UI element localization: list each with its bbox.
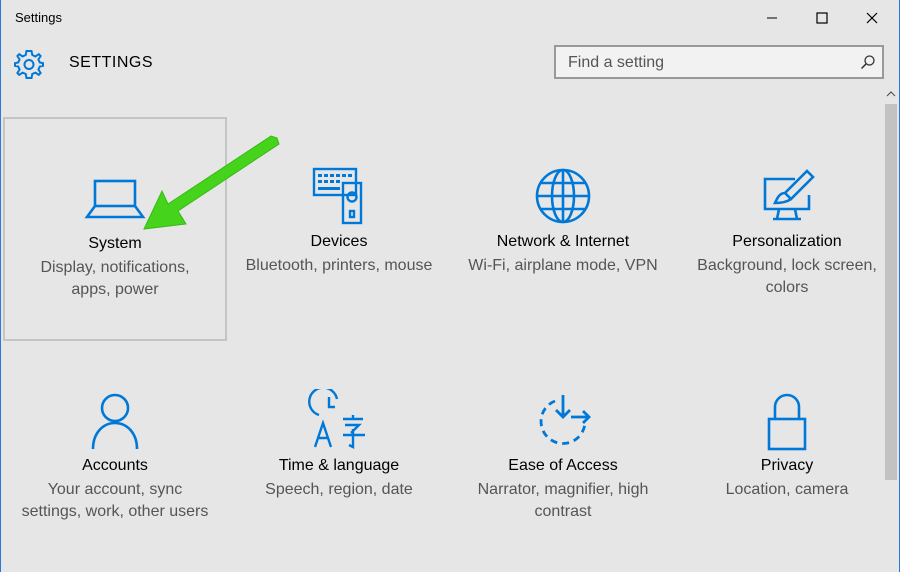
page-title: SETTINGS — [69, 54, 154, 71]
tile-devices[interactable]: Devices Bluetooth, printers, mouse — [227, 117, 451, 341]
scroll-thumb[interactable] — [885, 104, 897, 480]
tile-name: Personalization — [732, 233, 842, 250]
tile-name: Devices — [310, 233, 368, 250]
laptop-icon — [84, 179, 146, 219]
vertical-scrollbar[interactable] — [884, 86, 898, 572]
tile-description: Narrator, magnifier, high contrast — [477, 481, 649, 520]
tile-name: Accounts — [82, 457, 148, 474]
tile-name: System — [88, 235, 142, 252]
tile-ease-of-access[interactable]: Ease of Access Narrator, magnifier, high… — [451, 341, 675, 565]
person-icon — [91, 393, 139, 450]
tile-description: Your account, sync settings, work, other… — [21, 481, 209, 520]
title-bar: Settings — [1, 0, 899, 36]
time-language-icon — [308, 389, 365, 449]
devices-icon — [312, 167, 363, 225]
tile-name: Ease of Access — [508, 457, 618, 474]
tile-name: Time & language — [278, 457, 400, 474]
tile-privacy[interactable]: Privacy Location, camera — [675, 341, 899, 565]
tile-personalization[interactable]: Personalization Background, lock screen,… — [675, 117, 899, 341]
tile-accounts[interactable]: Accounts Your account, sync settings, wo… — [3, 341, 227, 565]
minimize-button[interactable] — [749, 0, 795, 36]
close-button[interactable] — [849, 0, 895, 36]
lock-icon — [767, 393, 807, 451]
paint-icon — [763, 169, 815, 221]
tile-description: Bluetooth, printers, mouse — [245, 257, 433, 274]
maximize-button[interactable] — [799, 0, 845, 36]
tile-description: Location, camera — [725, 481, 849, 498]
search-input[interactable] — [556, 47, 860, 79]
chevron-up-icon — [886, 91, 896, 97]
tile-name: Privacy — [760, 457, 814, 474]
scroll-up-button[interactable] — [884, 86, 898, 102]
tile-network-internet[interactable]: Network & Internet Wi-Fi, airplane mode,… — [451, 117, 675, 341]
minimize-icon — [767, 17, 777, 19]
tile-description: Display, notifications, apps, power — [40, 259, 190, 298]
globe-icon — [535, 168, 591, 224]
tile-description: Background, lock screen, colors — [697, 257, 877, 296]
maximize-icon — [816, 12, 828, 24]
tile-description: Speech, region, date — [265, 481, 413, 498]
gear-icon — [14, 50, 44, 79]
tile-name: Network & Internet — [496, 233, 630, 250]
settings-window: Settings SETTINGS Find a setting System … — [0, 0, 900, 572]
search-box[interactable] — [554, 45, 884, 79]
tile-system[interactable]: System Display, notifications, apps, pow… — [3, 117, 227, 341]
ease-of-access-icon — [539, 395, 591, 445]
tile-time-language[interactable]: Time & language Speech, region, date — [227, 341, 451, 565]
close-icon — [866, 12, 878, 24]
search-icon[interactable] — [860, 54, 876, 70]
window-title: Settings — [15, 10, 62, 25]
tile-description: Wi-Fi, airplane mode, VPN — [468, 257, 658, 274]
